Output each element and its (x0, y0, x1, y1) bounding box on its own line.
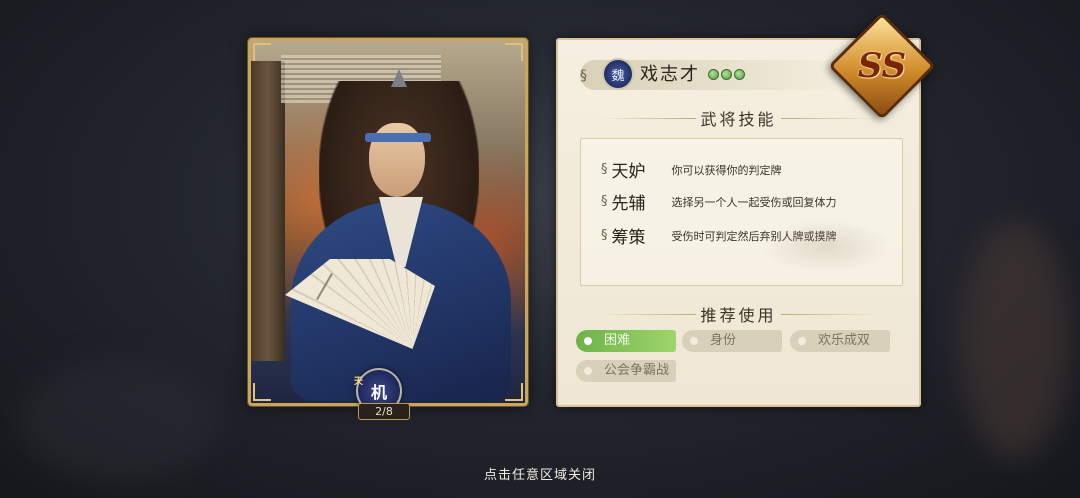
card-corner-ornament (505, 43, 523, 61)
card-corner-ornament (253, 43, 271, 61)
health-pip (708, 69, 719, 80)
skill-ornament-icon: § (601, 162, 608, 177)
background-figure (960, 220, 1070, 460)
rank-emblem-tag: 天 (354, 377, 364, 387)
card-corner-ornament (505, 383, 523, 401)
card-count: 2/8 (358, 403, 410, 420)
recommend-tag-hard[interactable]: 困难 (576, 330, 676, 352)
scroll-ornament-icon: § (580, 68, 587, 84)
portrait-pillar (251, 61, 285, 361)
skill-description: 你可以获得你的判定牌 (671, 163, 782, 177)
skill-name: 筹策 (611, 228, 646, 248)
hero-name: 戏志才 (640, 64, 700, 85)
rank-emblem-label: 机 (370, 383, 387, 402)
skill-name: 先辅 (611, 194, 646, 214)
faction-icon: 魏 (602, 58, 634, 90)
recommend-title: 推荐使用 (558, 302, 919, 326)
background-figure (20, 360, 220, 480)
recommend-tag-identity[interactable]: 身份 (682, 330, 782, 352)
skill-description: 选择另一个人一起受伤或回复体力 (671, 195, 837, 209)
skill-ornament-icon: § (601, 194, 608, 209)
skill-row: § 先辅 选择另一个人一起受伤或回复体力 (601, 189, 837, 214)
skill-row: § 筹策 受伤时可判定然后弃别人牌或摸牌 (601, 223, 837, 248)
skill-description: 受伤时可判定然后弃别人牌或摸牌 (671, 229, 837, 243)
card-corner-ornament (253, 383, 271, 401)
hero-portrait-card (248, 38, 528, 406)
skill-name: 天妒 (611, 162, 646, 182)
skill-ornament-icon: § (601, 228, 608, 243)
health-pip (734, 69, 745, 80)
skill-row: § 天妒 你可以获得你的判定牌 (601, 157, 782, 182)
health-pip (721, 69, 732, 80)
grade-label: SS (857, 46, 907, 86)
recommend-tag-guild-war[interactable]: 公会争霸战 (576, 360, 676, 382)
health-pips (708, 69, 745, 80)
close-hint[interactable]: 点击任意区域关闭 (0, 464, 1080, 483)
hero-headband (365, 133, 431, 142)
skills-title: 武将技能 (558, 106, 919, 130)
recommend-tag-double[interactable]: 欢乐成双 (790, 330, 890, 352)
hero-info-panel: § 魏 戏志才 SS 武将技能 § 天妒 你可以获得你的判定牌 § 先辅 选择另… (556, 12, 936, 407)
skills-list: § 天妒 你可以获得你的判定牌 § 先辅 选择另一个人一起受伤或回复体力 § 筹… (580, 138, 903, 286)
